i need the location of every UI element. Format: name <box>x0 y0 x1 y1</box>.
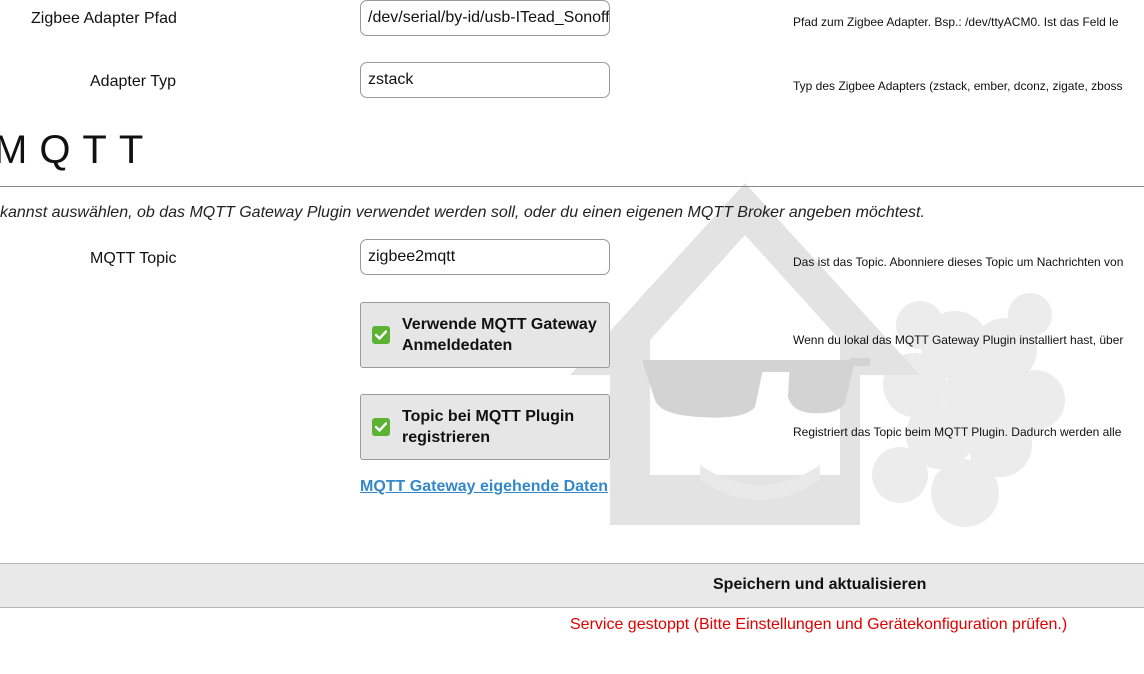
adapter-type-input[interactable]: zstack <box>360 62 610 98</box>
use-mqtt-credentials-help: Wenn du lokal das MQTT Gateway Plugin in… <box>793 333 1124 347</box>
use-mqtt-credentials-label: Verwende MQTT Gateway Anmeldedaten <box>402 316 597 354</box>
adapter-type-label: Adapter Typ <box>90 73 176 90</box>
check-icon <box>372 418 390 436</box>
section-description: kannst auswählen, ob das MQTT Gateway Pl… <box>0 204 925 221</box>
adapter-type-help: Typ des Zigbee Adapters (zstack, ember, … <box>793 79 1123 93</box>
section-title-mqtt: MQTT <box>0 128 156 172</box>
save-button-label: Speichern und aktualisieren <box>713 576 927 593</box>
service-status-message: Service gestoppt (Bitte Einstellungen un… <box>570 616 1068 633</box>
register-topic-help: Registriert das Topic beim MQTT Plugin. … <box>793 425 1122 439</box>
mqtt-topic-input[interactable]: zigbee2mqtt <box>360 239 610 275</box>
mqtt-topic-label: MQTT Topic <box>90 250 177 267</box>
plugin-settings-page: Zigbee Adapter Pfad /dev/serial/by-id/us… <box>0 0 1144 674</box>
adapter-path-input[interactable]: /dev/serial/by-id/usb-ITead_Sonoff <box>360 0 610 36</box>
mqtt-gateway-incoming-data-link[interactable]: MQTT Gateway eigehende Daten <box>360 478 608 496</box>
check-icon <box>372 326 390 344</box>
section-divider <box>0 186 1144 187</box>
register-topic-checkbox[interactable]: Topic bei MQTT Plugin registrieren <box>360 394 610 460</box>
loxberry-logo-icon <box>570 183 1065 527</box>
adapter-path-help: Pfad zum Zigbee Adapter. Bsp.: /dev/ttyA… <box>793 15 1119 29</box>
mqtt-topic-help: Das ist das Topic. Abonniere dieses Topi… <box>793 255 1124 269</box>
use-mqtt-credentials-checkbox[interactable]: Verwende MQTT Gateway Anmeldedaten <box>360 302 610 368</box>
adapter-path-label: Zigbee Adapter Pfad <box>31 10 177 27</box>
register-topic-label: Topic bei MQTT Plugin registrieren <box>402 408 575 446</box>
save-button[interactable]: Speichern und aktualisieren <box>0 563 1144 608</box>
